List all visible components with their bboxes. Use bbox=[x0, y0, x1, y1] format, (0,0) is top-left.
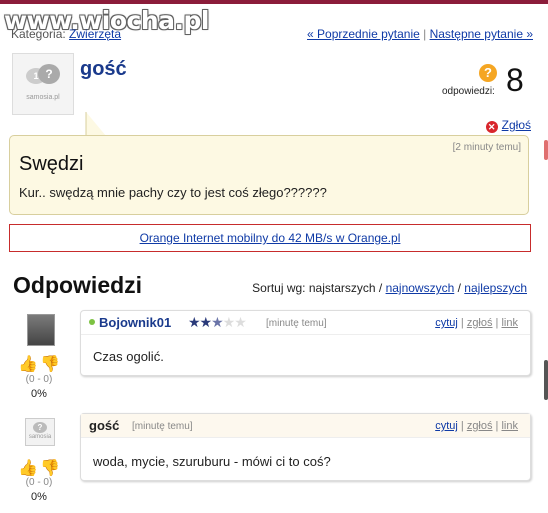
next-question-link[interactable]: Następne pytanie » bbox=[430, 27, 533, 41]
question-box: [2 minuty temu] Swędzi Kur.. swędzą mnie… bbox=[9, 135, 529, 215]
edge-widget bbox=[544, 140, 548, 160]
answer-box: Bojownik01 ★★★★★ [minutę temu] cytuj | z… bbox=[80, 310, 531, 376]
answers-count: 8 bbox=[506, 62, 524, 98]
answers-count-label: odpowiedzi: bbox=[442, 86, 495, 97]
edge-scroll-handle[interactable] bbox=[544, 360, 548, 400]
category-line: Kategoria: Zwierzęta bbox=[11, 27, 121, 41]
answer-avatar[interactable] bbox=[27, 314, 55, 346]
sort-newest-link[interactable]: najnowszych bbox=[386, 281, 455, 295]
category-link[interactable]: Zwierzęta bbox=[69, 27, 121, 41]
question-bubble-icon: ? bbox=[38, 64, 60, 84]
cite-link[interactable]: cytuj bbox=[435, 420, 458, 432]
answer-permalink[interactable]: link bbox=[501, 420, 518, 432]
nav-separator: | bbox=[423, 27, 427, 41]
answer-author-name[interactable]: Bojownik01 bbox=[99, 315, 171, 330]
vote-count: (0 - 0) bbox=[25, 374, 53, 385]
avatar-logo-text: samosia.pl bbox=[26, 94, 60, 101]
sort-separator: / bbox=[457, 281, 461, 295]
answer-time: [minutę temu] bbox=[266, 318, 327, 329]
thumb-down-icon[interactable]: 👎 bbox=[40, 354, 60, 374]
online-dot-icon bbox=[89, 319, 95, 325]
question-bubble-icon: ? bbox=[33, 422, 47, 433]
answer-header: Bojownik01 ★★★★★ [minutę temu] cytuj | z… bbox=[81, 311, 530, 335]
report-question-link[interactable]: Zgłoś bbox=[502, 118, 531, 132]
answer-actions: cytuj | zgłoś | link bbox=[435, 317, 518, 329]
sort-best-link[interactable]: najlepszych bbox=[464, 281, 527, 295]
answer-actions: cytuj | zgłoś | link bbox=[435, 420, 518, 432]
answer-box: gość [minutę temu] cytuj | zgłoś | link … bbox=[80, 413, 531, 481]
report-answer-link[interactable]: zgłoś bbox=[467, 317, 493, 329]
vote-percent: 0% bbox=[31, 491, 47, 503]
report-answer-link[interactable]: zgłoś bbox=[467, 420, 493, 432]
sort-options: Sortuj wg: najstarszych / najnowszych / … bbox=[252, 281, 527, 295]
prev-question-link[interactable]: « Poprzednie pytanie bbox=[307, 27, 420, 41]
category-label: Kategoria: bbox=[11, 27, 66, 41]
answer-avatar[interactable]: ? samosia bbox=[25, 418, 55, 446]
answer-text: woda, mycie, szuruburu - mówi ci to coś? bbox=[93, 454, 331, 469]
thumb-down-icon[interactable]: 👎 bbox=[40, 458, 60, 478]
thumb-up-icon[interactable]: 👍 bbox=[18, 458, 38, 478]
answer-author[interactable]: Bojownik01 bbox=[89, 315, 171, 330]
answer-time: [minutę temu] bbox=[132, 421, 193, 432]
answer-author[interactable]: gość bbox=[89, 418, 119, 433]
vote-count: (0 - 0) bbox=[25, 477, 53, 488]
cite-link[interactable]: cytuj bbox=[435, 317, 458, 329]
report-question: ✕ Zgłoś bbox=[485, 118, 531, 133]
thumb-up-icon[interactable]: 👍 bbox=[18, 354, 38, 374]
report-x-icon: ✕ bbox=[485, 121, 498, 133]
question-nav: « Poprzednie pytanie | Następne pytanie … bbox=[307, 27, 533, 41]
top-brand-bar bbox=[0, 0, 548, 4]
question-text: Kur.. swędzą mnie pachy czy to jest coś … bbox=[19, 185, 327, 200]
question-count-icon: ? bbox=[479, 64, 497, 82]
question-title: Swędzi bbox=[19, 153, 84, 175]
answer-author-name[interactable]: gość bbox=[89, 418, 119, 433]
asker-avatar[interactable]: 1 ? samosia.pl bbox=[12, 53, 74, 115]
answers-heading: Odpowiedzi bbox=[13, 272, 143, 298]
vote-percent: 0% bbox=[31, 388, 47, 400]
ad-box: Orange Internet mobilny do 42 MB/s w Ora… bbox=[9, 224, 531, 252]
ad-link[interactable]: Orange Internet mobilny do 42 MB/s w Ora… bbox=[140, 231, 401, 245]
sort-label: Sortuj wg: najstarszych / bbox=[252, 281, 383, 295]
avatar-logo-text: samosia bbox=[28, 434, 52, 440]
answer-header: gość [minutę temu] cytuj | zgłoś | link bbox=[81, 414, 530, 438]
answer-permalink[interactable]: link bbox=[501, 317, 518, 329]
question-time: [2 minuty temu] bbox=[452, 142, 521, 153]
asker-name[interactable]: gość bbox=[80, 58, 127, 81]
answer-text: Czas ogolić. bbox=[93, 349, 164, 364]
star-rating-icon: ★★★★★ bbox=[188, 314, 247, 330]
